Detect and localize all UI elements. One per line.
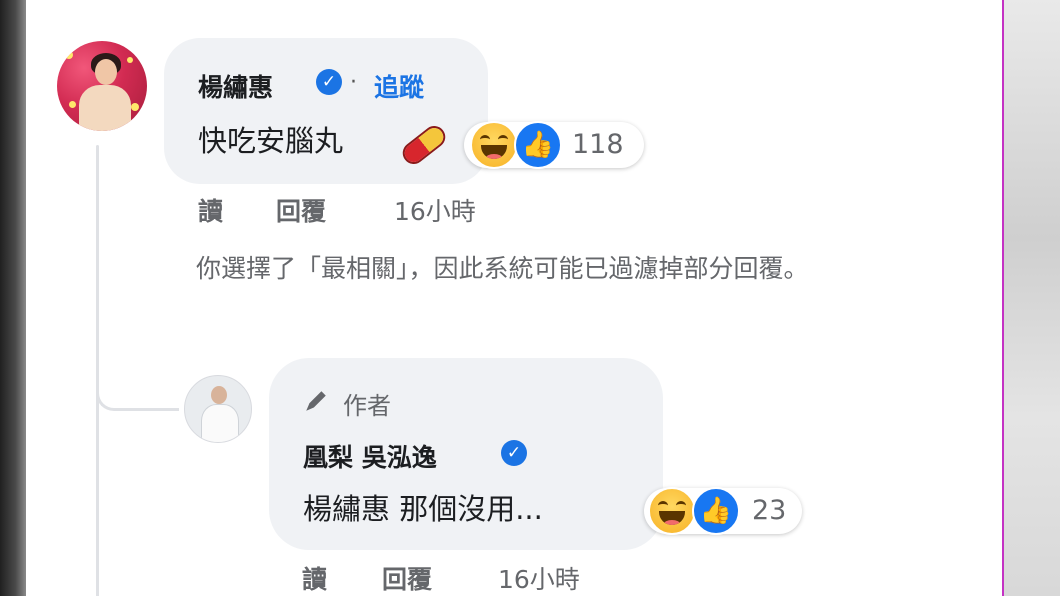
like-reaction-icon: 👍: [692, 487, 740, 535]
reply-author-name[interactable]: 凰梨 吳泓逸: [303, 438, 437, 474]
reply-author-avatar[interactable]: [184, 375, 252, 443]
reply-bubble: 作者 凰梨 吳泓逸 ✓ 楊繡惠 那個沒用...: [269, 358, 663, 550]
haha-reaction-icon: [470, 121, 518, 169]
comment-timestamp[interactable]: 16小時: [394, 192, 476, 228]
video-frame-right-edge: [1002, 0, 1060, 596]
reaction-count: 23: [752, 495, 787, 526]
reply-timestamp[interactable]: 16小時: [498, 560, 580, 596]
reply-reactions[interactable]: 👍 23: [644, 487, 802, 535]
like-reaction-icon: 👍: [514, 121, 562, 169]
comment-text: 快吃安腦丸: [198, 124, 344, 158]
verified-icon: ✓: [501, 440, 527, 466]
pill-emoji-icon: [401, 124, 447, 166]
follow-link[interactable]: 追蹤: [374, 68, 424, 104]
video-frame-left-edge: [0, 0, 26, 596]
pen-icon: [306, 391, 326, 411]
comment-author-name[interactable]: 楊繡惠: [198, 68, 273, 104]
thread-connector: [96, 360, 179, 411]
reply-text: 楊繡惠 那個沒用...: [303, 492, 543, 526]
commenter-avatar[interactable]: [57, 41, 147, 131]
like-action[interactable]: 讀: [198, 192, 223, 228]
haha-reaction-icon: [648, 487, 696, 535]
comments-panel: 楊繡惠 ✓ · 追蹤 快吃安腦丸 👍 118 讀 回覆 16小時 你選擇了「最相…: [26, 0, 1002, 596]
reaction-count: 118: [572, 129, 624, 160]
comment-reactions[interactable]: 👍 118: [464, 121, 644, 169]
comment-bubble: 楊繡惠 ✓ · 追蹤 快吃安腦丸: [164, 38, 488, 184]
verified-icon: ✓: [316, 69, 342, 95]
filter-notice: 你選擇了「最相關」，因此系統可能已過濾掉部分回覆。: [196, 254, 809, 283]
reply-action[interactable]: 回覆: [276, 192, 326, 228]
reply-like-action[interactable]: 讀: [302, 560, 327, 596]
separator-dot: ·: [350, 70, 357, 95]
author-badge: 作者: [343, 392, 391, 420]
reply-reply-action[interactable]: 回覆: [382, 560, 432, 596]
